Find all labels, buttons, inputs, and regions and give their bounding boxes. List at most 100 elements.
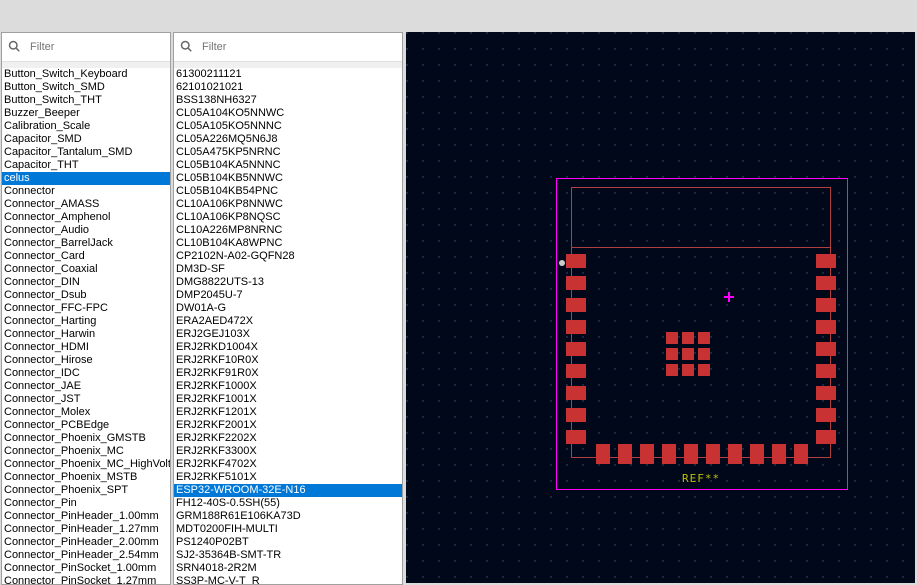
list-item[interactable]: ERJ2RKD1004X — [174, 341, 402, 354]
list-item[interactable]: CL05A105KO5NNNC — [174, 120, 402, 133]
list-item[interactable]: celus — [2, 172, 170, 185]
list-item[interactable]: ERJ2RKF1000X — [174, 380, 402, 393]
list-item[interactable]: Connector_Phoenix_GMSTB — [2, 432, 170, 445]
thermal-pad — [682, 348, 694, 360]
preview-panel: REF** — [404, 0, 917, 585]
list-item[interactable]: CL05A104KO5NNWC — [174, 107, 402, 120]
list-item[interactable]: Connector_JAE — [2, 380, 170, 393]
smd-pad — [816, 430, 836, 444]
list-item[interactable]: Button_Switch_SMD — [2, 81, 170, 94]
smd-pad — [566, 320, 586, 334]
list-item[interactable]: Connector_PinSocket_1.00mm — [2, 562, 170, 575]
list-item[interactable]: ERA2AED472X — [174, 315, 402, 328]
list-item[interactable]: ERJ2GEJ103X — [174, 328, 402, 341]
list-item[interactable]: Connector_Molex — [2, 406, 170, 419]
list-item[interactable]: Connector_Harting — [2, 315, 170, 328]
list-item[interactable]: ERJ2RKF2202X — [174, 432, 402, 445]
smd-pad — [640, 444, 654, 464]
list-item[interactable]: CL10B104KA8WPNC — [174, 237, 402, 250]
list-item[interactable]: ERJ2RKF2001X — [174, 419, 402, 432]
list-item[interactable]: DW01A-G — [174, 302, 402, 315]
list-item[interactable]: CL05B104KB5NNWC — [174, 172, 402, 185]
list-item[interactable]: MDT0200FIH-MULTI — [174, 523, 402, 536]
list-item[interactable]: CP2102N-A02-GQFN28 — [174, 250, 402, 263]
list-item[interactable]: FH12-40S-0.5SH(55) — [174, 497, 402, 510]
smd-pad — [706, 444, 720, 464]
list-item[interactable]: Connector_PinHeader_1.27mm — [2, 523, 170, 536]
list-item[interactable]: Connector_JST — [2, 393, 170, 406]
smd-pad — [566, 364, 586, 378]
list-item[interactable]: SS3P-MC-V-T_R — [174, 575, 402, 584]
list-item[interactable]: Connector_Amphenol — [2, 211, 170, 224]
smd-pad — [566, 342, 586, 356]
list-item[interactable]: ERJ2RKF5101X — [174, 471, 402, 484]
list-item[interactable]: Connector_Phoenix_MC_HighVolt… — [2, 458, 170, 471]
thermal-pad — [698, 364, 710, 376]
list-item[interactable]: Connector_Hirose — [2, 354, 170, 367]
search-icon — [180, 40, 192, 55]
list-item[interactable]: CL10A106KP8NQSC — [174, 211, 402, 224]
smd-pad — [566, 430, 586, 444]
list-item[interactable]: Connector_DIN — [2, 276, 170, 289]
list-item[interactable]: Capacitor_Tantalum_SMD — [2, 146, 170, 159]
list-item[interactable]: GRM188R61E106KA73D — [174, 510, 402, 523]
list-item[interactable]: Connector_Dsub — [2, 289, 170, 302]
origin-cross — [724, 292, 734, 302]
list-item[interactable]: 61300211121 — [174, 68, 402, 81]
list-item[interactable]: Connector_Phoenix_MC — [2, 445, 170, 458]
list-item[interactable]: Calibration_Scale — [2, 120, 170, 133]
list-item[interactable]: Capacitor_SMD — [2, 133, 170, 146]
list-item[interactable]: Connector_Audio — [2, 224, 170, 237]
list-item[interactable]: Buzzer_Beeper — [2, 107, 170, 120]
list-item[interactable]: Capacitor_THT — [2, 159, 170, 172]
list-item[interactable]: Connector_AMASS — [2, 198, 170, 211]
footprint-list[interactable]: 6130021112162101021021BSS138NH6327CL05A1… — [174, 68, 402, 584]
list-item[interactable]: PS1240P02BT — [174, 536, 402, 549]
list-item[interactable]: CL05B104KB54PNC — [174, 185, 402, 198]
list-item[interactable]: ERJ2RKF91R0X — [174, 367, 402, 380]
list-item[interactable]: CL10A106KP8NNWC — [174, 198, 402, 211]
list-item[interactable]: Connector_Harwin — [2, 328, 170, 341]
list-item[interactable]: Button_Switch_THT — [2, 94, 170, 107]
list-item[interactable]: Connector — [2, 185, 170, 198]
list-item[interactable]: Connector_FFC-FPC — [2, 302, 170, 315]
list-item[interactable]: CL05A475KP5NRNC — [174, 146, 402, 159]
library-list[interactable]: Button_Switch_KeyboardButton_Switch_SMDB… — [2, 68, 170, 584]
list-item[interactable]: Connector_PinSocket_1.27mm — [2, 575, 170, 584]
list-item[interactable]: ESP32-WROOM-32E-N16 — [174, 484, 402, 497]
list-item[interactable]: ERJ2RKF3300X — [174, 445, 402, 458]
list-item[interactable]: DMP2045U-7 — [174, 289, 402, 302]
list-item[interactable]: Connector_Phoenix_MSTB — [2, 471, 170, 484]
list-item[interactable]: ERJ2RKF4702X — [174, 458, 402, 471]
list-item[interactable]: ERJ2RKF1201X — [174, 406, 402, 419]
list-item[interactable]: Connector_HDMI — [2, 341, 170, 354]
list-item[interactable]: Connector_Pin — [2, 497, 170, 510]
library-filter-input[interactable] — [28, 40, 171, 54]
smd-pad — [772, 444, 786, 464]
preview-canvas[interactable]: REF** — [406, 32, 915, 583]
list-item[interactable]: SRN4018-2R2M — [174, 562, 402, 575]
list-item[interactable]: Connector_PinHeader_2.00mm — [2, 536, 170, 549]
list-item[interactable]: CL05B104KA5NNNC — [174, 159, 402, 172]
list-item[interactable]: Connector_Card — [2, 250, 170, 263]
list-item[interactable]: BSS138NH6327 — [174, 94, 402, 107]
list-item[interactable]: CL05A226MQ5N6J8 — [174, 133, 402, 146]
list-item[interactable]: SJ2-35364B-SMT-TR — [174, 549, 402, 562]
list-item[interactable]: CL10A226MP8NRNC — [174, 224, 402, 237]
silk-line — [571, 457, 831, 458]
library-filter-row — [2, 33, 170, 62]
list-item[interactable]: Connector_PinHeader_1.00mm — [2, 510, 170, 523]
footprint-filter-input[interactable] — [200, 40, 396, 54]
list-item[interactable]: DM3D-SF — [174, 263, 402, 276]
list-item[interactable]: Connector_PinHeader_2.54mm — [2, 549, 170, 562]
list-item[interactable]: 62101021021 — [174, 81, 402, 94]
list-item[interactable]: DMG8822UTS-13 — [174, 276, 402, 289]
list-item[interactable]: Connector_BarrelJack — [2, 237, 170, 250]
list-item[interactable]: Connector_Coaxial — [2, 263, 170, 276]
list-item[interactable]: ERJ2RKF10R0X — [174, 354, 402, 367]
list-item[interactable]: Connector_PCBEdge — [2, 419, 170, 432]
list-item[interactable]: Connector_Phoenix_SPT — [2, 484, 170, 497]
list-item[interactable]: ERJ2RKF1001X — [174, 393, 402, 406]
list-item[interactable]: Button_Switch_Keyboard — [2, 68, 170, 81]
list-item[interactable]: Connector_IDC — [2, 367, 170, 380]
